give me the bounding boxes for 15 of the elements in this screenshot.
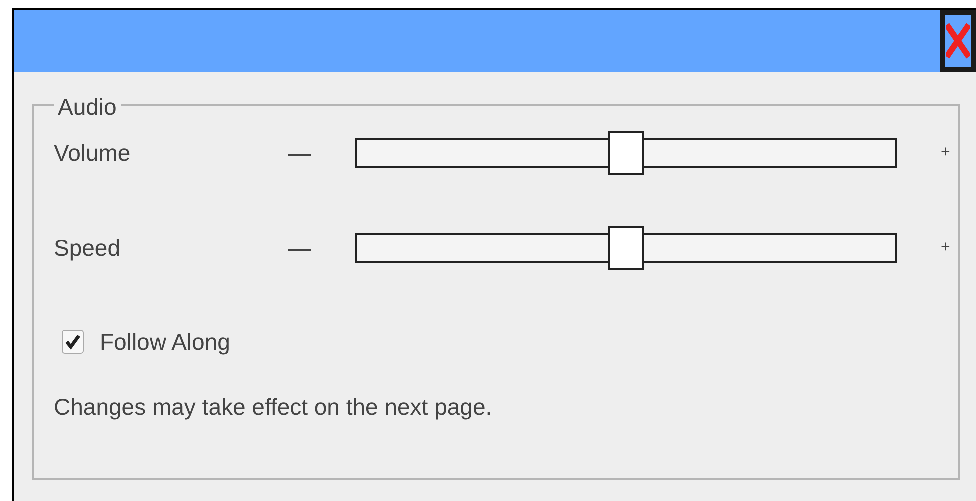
increase-label: + [941, 238, 950, 258]
slider-label: Speed [54, 234, 122, 263]
slider-thumb[interactable] [608, 226, 644, 270]
checkbox-label[interactable]: Follow Along [100, 325, 230, 360]
checkbox[interactable] [62, 330, 84, 354]
slider-label: Volume [54, 138, 132, 168]
decrease-label: — [288, 138, 312, 168]
decrease-label: — [288, 234, 312, 263]
increase-label: + [941, 143, 950, 163]
close-button[interactable] [940, 10, 976, 72]
slider[interactable] [355, 129, 897, 177]
slider[interactable] [355, 224, 897, 272]
note-text: Changes may take effect on the next page. [54, 392, 494, 422]
slider-thumb[interactable] [608, 131, 644, 175]
checkmark-icon [65, 334, 81, 350]
